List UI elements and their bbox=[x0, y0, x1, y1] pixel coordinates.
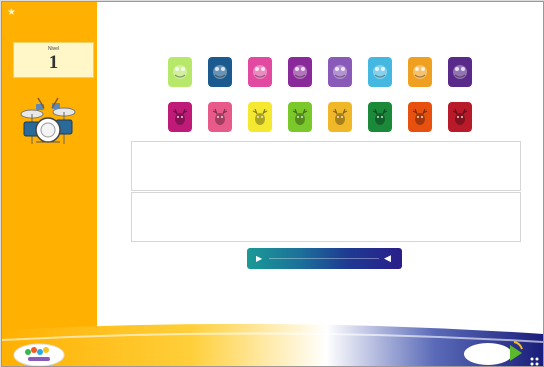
tile-frog-icon[interactable] bbox=[368, 57, 392, 87]
star-icon: ★ bbox=[7, 7, 16, 18]
app-window: ★ Nivel 1 ▶ ◀ bbox=[1, 1, 544, 367]
tile-deer-icon[interactable] bbox=[288, 102, 312, 132]
answer-panel-bottom[interactable] bbox=[131, 192, 521, 242]
volume-icon[interactable]: ◀ bbox=[384, 253, 396, 264]
level-indicator: Nivel 1 bbox=[13, 42, 94, 78]
answer-panel-top[interactable] bbox=[131, 141, 521, 191]
tile-frog-icon[interactable] bbox=[448, 57, 472, 87]
tile-deer-icon[interactable] bbox=[328, 102, 352, 132]
brand-logo-icon bbox=[12, 342, 66, 366]
level-number: 1 bbox=[48, 52, 59, 73]
tile-frog-icon[interactable] bbox=[288, 57, 312, 87]
sound-tiles bbox=[168, 57, 488, 137]
tile-deer-icon[interactable] bbox=[368, 102, 392, 132]
tile-deer-icon[interactable] bbox=[408, 102, 432, 132]
tile-deer-icon[interactable] bbox=[208, 102, 232, 132]
tile-deer-icon[interactable] bbox=[168, 102, 192, 132]
next-button[interactable] bbox=[462, 339, 543, 366]
drum-kit-icon[interactable] bbox=[18, 94, 78, 148]
tile-frog-icon[interactable] bbox=[168, 57, 192, 87]
audio-player: ▶ ◀ bbox=[247, 248, 402, 269]
tile-frog-icon[interactable] bbox=[328, 57, 352, 87]
progress-track[interactable] bbox=[269, 258, 379, 259]
tile-deer-icon[interactable] bbox=[248, 102, 272, 132]
tile-frog-icon[interactable] bbox=[408, 57, 432, 87]
tile-frog-icon[interactable] bbox=[208, 57, 232, 87]
tile-deer-icon[interactable] bbox=[448, 102, 472, 132]
tile-frog-icon[interactable] bbox=[248, 57, 272, 87]
play-icon[interactable]: ▶ bbox=[256, 254, 266, 263]
sidebar: ★ Nivel 1 bbox=[2, 2, 97, 332]
